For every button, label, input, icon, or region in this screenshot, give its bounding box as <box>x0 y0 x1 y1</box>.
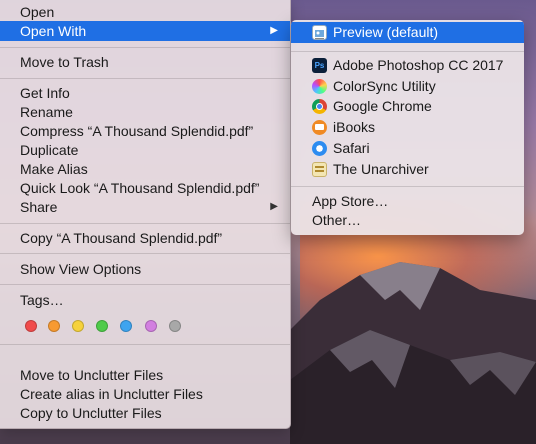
menu-item-compress[interactable]: Compress “A Thousand Splendid.pdf” <box>0 121 290 141</box>
context-menu: Open Open With ▶ Move to Trash Get Info … <box>0 0 291 429</box>
submenu-item-chrome[interactable]: Google Chrome <box>291 96 524 117</box>
submenu-item-photoshop[interactable]: Ps Adobe Photoshop CC 2017 <box>291 55 524 76</box>
tag-purple[interactable] <box>145 320 157 332</box>
menu-item-copy-to-unclutter[interactable]: Copy to Unclutter Files <box>0 403 290 423</box>
menu-item-make-alias[interactable]: Make Alias <box>0 159 290 179</box>
menu-item-open-with-label: Open With <box>20 23 87 39</box>
tag-red[interactable] <box>25 320 37 332</box>
menu-item-create-alias-unclutter[interactable]: Create alias in Unclutter Files <box>0 384 290 404</box>
menu-separator <box>0 223 290 224</box>
menu-item-share[interactable]: Share ▶ <box>0 197 290 217</box>
submenu-item-app-store[interactable]: App Store… <box>291 191 524 212</box>
menu-item-move-to-trash[interactable]: Move to Trash <box>0 52 290 72</box>
menu-separator <box>0 344 290 345</box>
menu-separator <box>0 284 290 285</box>
safari-icon <box>312 141 327 156</box>
submenu-arrow-icon: ▶ <box>270 25 278 36</box>
submenu-item-unarchiver[interactable]: The Unarchiver <box>291 159 524 180</box>
tag-blue[interactable] <box>120 320 132 332</box>
menu-item-copy[interactable]: Copy “A Thousand Splendid.pdf” <box>0 228 290 248</box>
submenu-item-label: Adobe Photoshop CC 2017 <box>333 57 504 73</box>
submenu-item-label: iBooks <box>333 119 376 135</box>
menu-separator <box>0 253 290 254</box>
menu-separator <box>291 51 524 52</box>
menu-separator <box>0 47 290 48</box>
tag-green[interactable] <box>96 320 108 332</box>
ibooks-icon <box>312 120 327 135</box>
menu-item-open-with[interactable]: Open With ▶ <box>0 21 290 41</box>
submenu-item-label: ColorSync Utility <box>333 78 436 94</box>
chrome-icon <box>312 99 327 114</box>
submenu-item-label: Preview (default) <box>333 24 439 40</box>
unarchiver-icon <box>312 162 327 177</box>
menu-item-duplicate[interactable]: Duplicate <box>0 140 290 160</box>
menu-item-quick-look[interactable]: Quick Look “A Thousand Splendid.pdf” <box>0 178 290 198</box>
submenu-item-preview[interactable]: Preview (default) <box>291 22 524 43</box>
submenu-item-other[interactable]: Other… <box>291 210 524 231</box>
menu-separator <box>291 186 524 187</box>
submenu-item-label: Google Chrome <box>333 98 432 114</box>
submenu-arrow-icon: ▶ <box>270 201 278 212</box>
menu-item-show-view-options[interactable]: Show View Options <box>0 259 290 279</box>
colorsync-icon <box>312 79 327 94</box>
menu-item-tags[interactable]: Tags… <box>0 290 290 310</box>
menu-item-open[interactable]: Open <box>0 2 290 22</box>
submenu-item-safari[interactable]: Safari <box>291 138 524 159</box>
menu-item-share-label: Share <box>20 199 58 215</box>
tag-gray[interactable] <box>169 320 181 332</box>
submenu-item-label: The Unarchiver <box>333 161 429 177</box>
tag-orange[interactable] <box>48 320 60 332</box>
submenu-item-label: Safari <box>333 140 370 156</box>
menu-item-rename[interactable]: Rename <box>0 102 290 122</box>
menu-separator <box>0 78 290 79</box>
tag-yellow[interactable] <box>72 320 84 332</box>
menu-item-get-info[interactable]: Get Info <box>0 83 290 103</box>
menu-item-move-to-unclutter[interactable]: Move to Unclutter Files <box>0 365 290 385</box>
preview-icon <box>312 25 327 40</box>
photoshop-icon: Ps <box>312 58 327 73</box>
open-with-submenu: Preview (default) Ps Adobe Photoshop CC … <box>291 20 524 235</box>
submenu-item-colorsync[interactable]: ColorSync Utility <box>291 76 524 97</box>
submenu-item-ibooks[interactable]: iBooks <box>291 117 524 138</box>
